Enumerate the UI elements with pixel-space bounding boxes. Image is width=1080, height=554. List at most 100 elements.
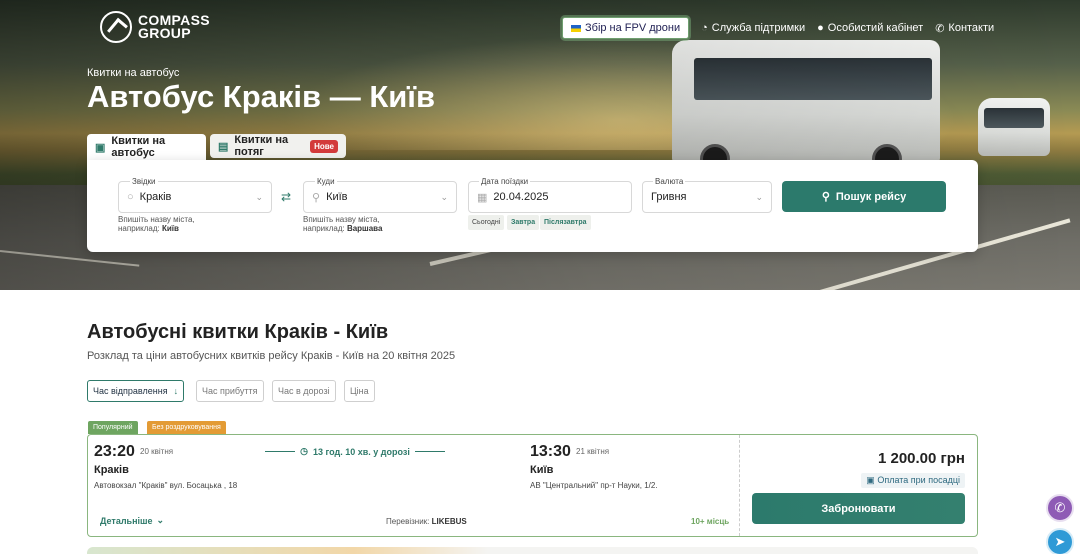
sort-arrival-label: Час прибуття [202,386,258,396]
next-trip-card[interactable] [87,547,978,554]
nav-support-label: Служба підтримки [711,22,806,34]
currency-value: Гривня [651,191,687,203]
logo-text: COMPASS GROUP [138,13,210,41]
tab-bus-tickets[interactable]: ▣ Квитки на автобус [87,134,206,160]
payment-method-label: Оплата при посадці [877,475,960,485]
search-button[interactable]: ⚲ Пошук рейсу [782,181,946,212]
nav-contacts-label: Контакти [948,22,995,34]
trip-duration: ◷ 13 год. 10 хв. у дорозі [265,446,445,457]
date-value: 20.04.2025 [493,191,549,203]
new-badge: Нове [310,139,338,153]
departure-address: Автовокзал "Краків" вул. Босацька , 18 [94,481,238,490]
from-label: Звідки [130,177,158,186]
from-hint-prefix: наприклад: [118,224,162,233]
sort-price-label: Ціна [350,386,369,396]
nav-support[interactable]: ◔ Служба підтримки [701,22,805,34]
ukraine-flag-icon [571,24,581,32]
carrier-label: Перевізник: [386,517,432,526]
page-title: Автобусні квитки Краків - Київ [87,321,389,343]
trip-card[interactable]: 23:20 20 квітня Краків Автовокзал "Кракі… [87,434,978,537]
logo-line-2: GROUP [138,25,191,41]
nav-account[interactable]: ● Особистий кабінет [817,22,923,34]
from-value: Краків [139,191,172,203]
duration-text: 13 год. 10 хв. у дорозі [313,446,410,457]
train-icon: ▤ [218,140,229,153]
tab-bus-label: Квитки на автобус [111,135,166,159]
arrival-time: 13:30 [530,443,571,460]
details-toggle[interactable]: Детальніше ⌄ [100,515,164,526]
arrival-date: 21 квітня [576,447,610,456]
tab-train-label: Квитки на потяг [234,134,289,158]
date-label: Дата поїздки [479,177,531,186]
from-hint-line2: наприклад: Київ [118,224,195,233]
chevron-down-icon: ⌄ [255,191,263,202]
search-icon: ⚲ [821,191,830,203]
user-icon: ● [817,22,824,34]
sort-duration[interactable]: Час в дорозі [272,380,336,402]
popular-tag: Популярний [88,421,138,434]
clock-icon: ◷ [300,446,308,456]
search-button-label: Пошук рейсу [835,190,907,203]
page-hero-title: Автобус Краків — Київ [87,79,436,114]
currency-label: Валюта [653,177,686,186]
calendar-icon: ▦ [477,191,488,204]
origin-circle-icon: ○ [127,191,134,203]
from-hint-example: Київ [161,224,179,233]
sort-departure[interactable]: Час відправлення ↓ [87,380,185,402]
viber-icon[interactable]: ✆ [1046,494,1074,522]
chevron-down-icon: ⌄ [156,515,165,525]
book-button[interactable]: Забронювати [752,493,965,524]
no-print-tag: Без роздруковування [147,421,226,434]
sort-price[interactable]: Ціна [344,380,375,402]
from-hint-line1: Впишіть назву міста, [118,215,195,224]
headset-icon: ◔ [701,22,708,34]
to-hint: Впишіть назву міста, наприклад: Варшава [303,215,382,233]
arrival-city: Київ [530,464,554,476]
telegram-icon[interactable]: ➤ [1046,528,1074,554]
card-divider [739,435,740,536]
fpv-donation-button[interactable]: Збір на FPV дрони [562,17,690,39]
duration-line-right [414,451,445,452]
arrival-address: АВ "Центральний" пр-т Науки, 1/2. [530,481,658,490]
compass-logo-icon [100,11,132,43]
swap-icon[interactable]: ⇄ [281,190,291,204]
tab-train-tickets[interactable]: ▤ Квитки на потяг Нове [210,134,346,158]
nav-contacts[interactable]: ✆ Контакти [935,22,994,35]
to-label: Куди [315,177,337,186]
to-value: Київ [326,191,348,203]
departure-city: Краків [94,464,129,476]
location-pin-icon: ⚲ [312,191,321,204]
phone-icon: ✆ [935,22,945,35]
carrier-name: LIKEBUS [431,517,467,526]
bus-icon: ▣ [95,141,106,154]
breadcrumb-kicker: Квитки на автобус [87,67,180,79]
to-hint-example: Варшава [346,224,383,233]
sort-arrival[interactable]: Час прибуття [196,380,264,402]
logo[interactable]: COMPASS GROUP [100,11,210,43]
to-hint-line1: Впишіть назву міста, [303,215,380,224]
seats-available: 10+ місць [691,517,730,526]
quick-date-day-after[interactable]: Післязавтра [540,215,591,230]
chevron-down-icon: ⌄ [440,191,448,202]
page-subtitle: Розклад та ціни автобусних квитків рейсу… [87,350,456,362]
from-hint: Впишіть назву міста, наприклад: Київ [118,215,195,233]
arrow-down-icon: ↓ [173,386,179,396]
carrier-info: Перевізник: LIKEBUS [386,517,467,526]
search-form: ○ Краків ⌄ Звідки Впишіть назву міста, н… [87,160,978,252]
departure-time: 23:20 [94,443,135,460]
top-nav: Збір на FPV дрони ◔ Служба підтримки ● О… [562,17,994,39]
trip-price: 1 200.00 грн [877,450,965,467]
details-label: Детальніше [100,515,153,526]
chevron-down-icon: ⌄ [755,191,763,202]
quick-date-today[interactable]: Сьогодні [468,215,505,230]
sort-departure-label: Час відправлення [93,386,168,396]
to-hint-prefix: наприклад: [303,224,347,233]
payment-method: ▣ Оплата при посадці [861,473,965,488]
nav-account-label: Особистий кабінет [827,22,924,34]
bus-icon: ▣ [866,475,875,485]
to-hint-line2: наприклад: Варшава [303,224,382,233]
fpv-donation-label: Збір на FPV дрони [585,22,681,34]
sort-duration-label: Час в дорозі [278,386,330,396]
quick-date-tomorrow[interactable]: Завтра [507,215,540,230]
duration-line-left [265,451,296,452]
